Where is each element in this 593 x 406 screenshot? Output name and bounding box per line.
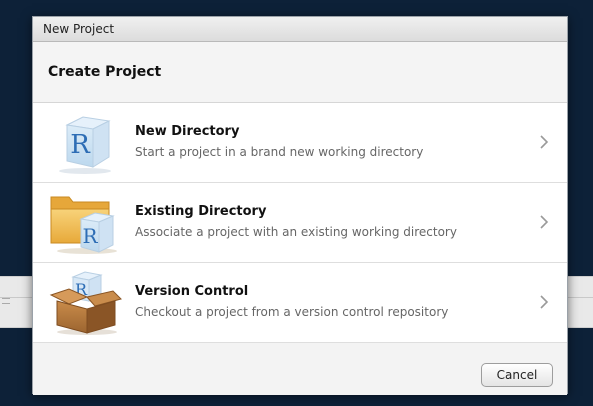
option-description: Associate a project with an existing wor…: [135, 225, 457, 239]
chevron-right-icon: [540, 295, 549, 309]
chevron-right-icon: [540, 135, 549, 149]
dialog-footer: Cancel: [33, 343, 567, 395]
svg-text:R: R: [82, 224, 98, 248]
chevron-right-icon: [540, 215, 549, 229]
option-description: Checkout a project from a version contro…: [135, 305, 449, 319]
box-r-cube-icon: R: [49, 271, 122, 335]
project-options-list: R New Directory Start a project in a bra…: [33, 103, 567, 343]
option-description: Start a project in a brand new working d…: [135, 145, 424, 159]
window-title: New Project: [33, 17, 567, 42]
version-control-option[interactable]: R Version Control Checkout a project fro…: [33, 263, 567, 343]
r-cube-icon: R: [59, 116, 111, 174]
option-title: Version Control: [135, 284, 249, 299]
new-project-dialog: New Project Create Project R New Directo…: [32, 16, 568, 395]
page-title: Create Project: [48, 64, 162, 80]
new-directory-option[interactable]: R New Directory Start a project in a bra…: [33, 103, 567, 183]
cancel-button[interactable]: Cancel: [481, 363, 553, 387]
background-splitter-handle: [2, 298, 10, 304]
option-title: New Directory: [135, 124, 240, 139]
dialog-header: Create Project: [33, 42, 567, 103]
existing-directory-option[interactable]: R Existing Directory Associate a project…: [33, 183, 567, 263]
option-title: Existing Directory: [135, 204, 267, 219]
folder-r-cube-icon: R: [50, 196, 117, 254]
svg-text:R: R: [70, 130, 91, 160]
